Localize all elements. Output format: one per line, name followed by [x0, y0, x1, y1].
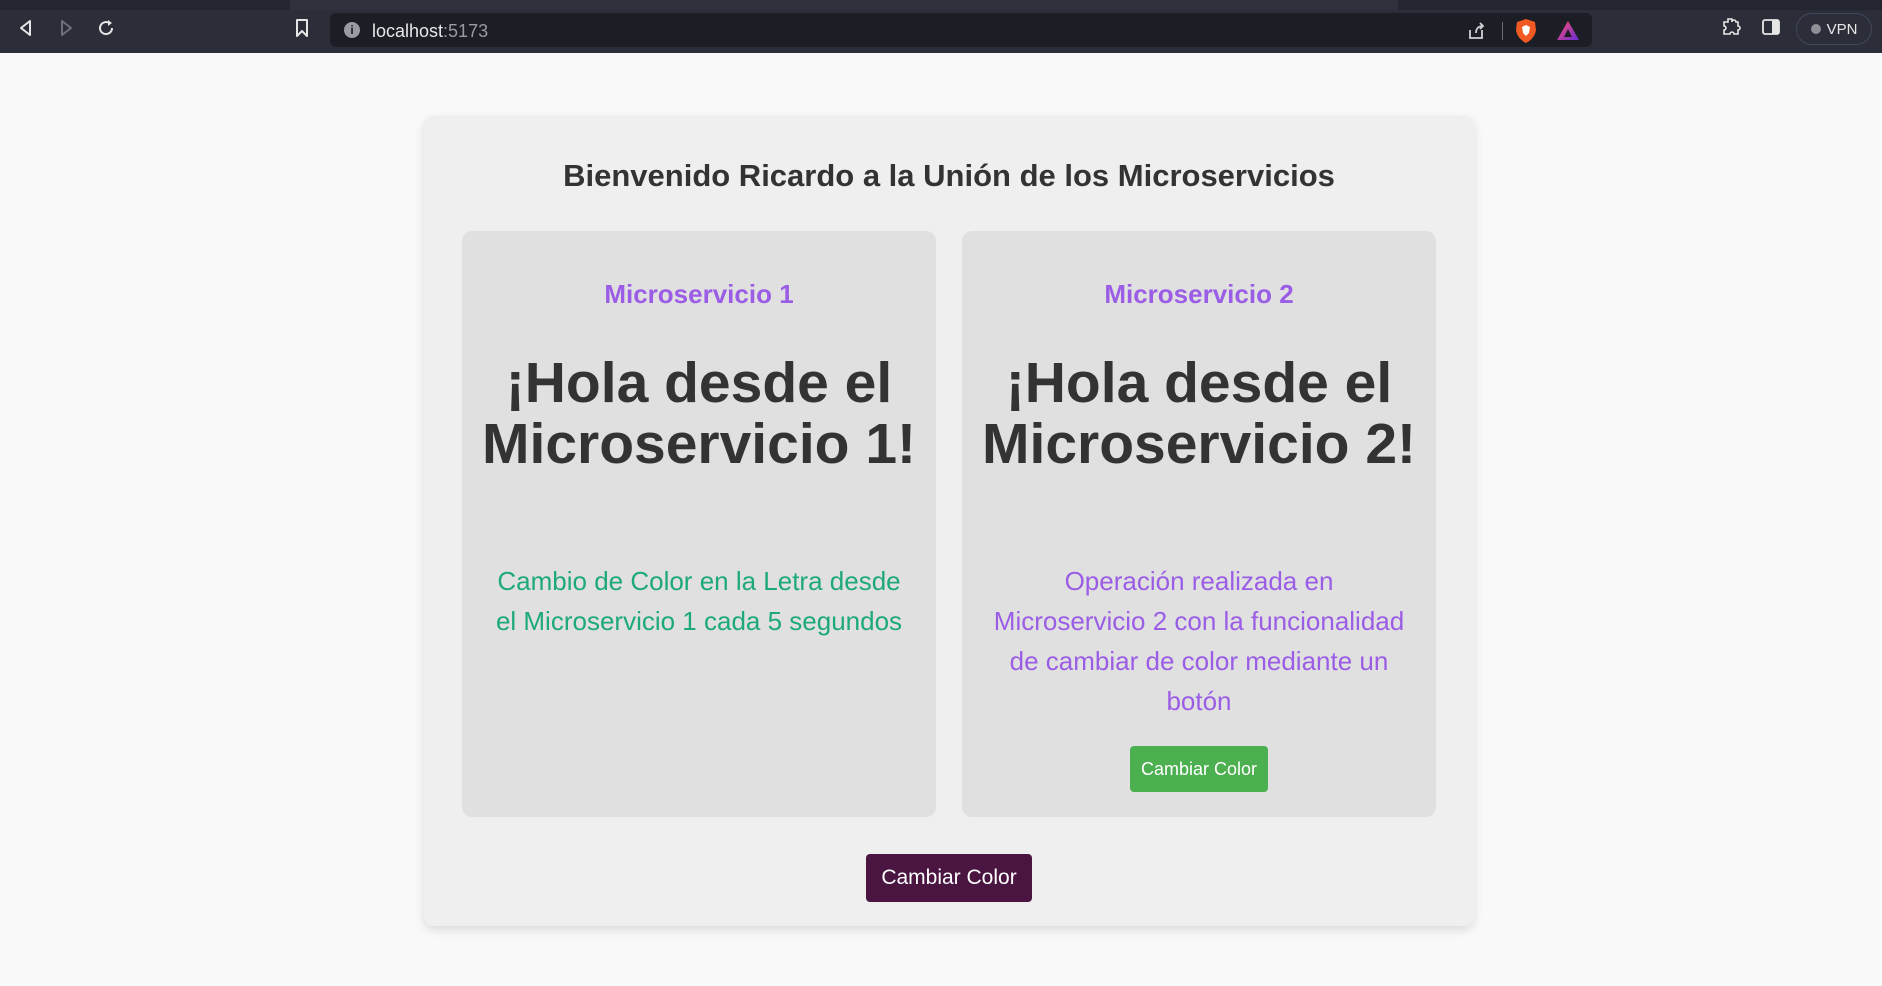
main-container: Bienvenido Ricardo a la Unión de los Mic… — [424, 116, 1474, 926]
vpn-label: VPN — [1826, 20, 1858, 38]
change-color-button[interactable]: Cambiar Color — [866, 854, 1032, 902]
bookmark-icon[interactable] — [290, 16, 314, 40]
sidebar-icon[interactable] — [1760, 16, 1782, 43]
microservice-2-card: Microservicio 2 ¡Hola desde el Microserv… — [962, 231, 1436, 817]
microservice-1-label: Microservicio 1 — [604, 279, 794, 309]
reload-icon[interactable] — [94, 16, 118, 40]
microservice-1-greeting: ¡Hola desde el Microservicio 1! — [482, 351, 917, 476]
url-host: localhost — [372, 21, 444, 41]
page-title: Bienvenido Ricardo a la Unión de los Mic… — [563, 158, 1335, 193]
extensions-icon[interactable] — [1720, 16, 1742, 43]
omnibox-separator — [1502, 22, 1503, 40]
url-port: :5173 — [443, 21, 489, 41]
microservice-2-change-color-button[interactable]: Cambiar Color — [1130, 746, 1268, 792]
url-text[interactable]: localhost:5173 — [372, 21, 488, 42]
share-icon[interactable] — [1466, 21, 1486, 46]
microservice-2-greeting: ¡Hola desde el Microservicio 2! — [982, 351, 1417, 476]
microservice-1-card: Microservicio 1 ¡Hola desde el Microserv… — [462, 231, 936, 817]
browser-toolbar: i localhost:5173 VPN — [0, 0, 1882, 53]
vpn-status-icon — [1810, 24, 1821, 34]
back-icon[interactable] — [14, 16, 38, 40]
address-bar[interactable]: i localhost:5173 — [330, 13, 1592, 47]
active-tab[interactable] — [290, 0, 1398, 10]
microservice-1-description: Cambio de Color en la Letra desde el Mic… — [495, 566, 903, 636]
vpn-button[interactable]: VPN — [1796, 13, 1872, 45]
forward-icon[interactable] — [54, 16, 78, 40]
microservice-2-label: Microservicio 2 — [1104, 279, 1294, 309]
microservice-2-description: Operación realizada en Microservicio 2 c… — [993, 566, 1405, 716]
site-info-icon[interactable]: i — [344, 22, 360, 38]
brave-shields-icon[interactable] — [1514, 18, 1538, 49]
brave-rewards-icon[interactable] — [1556, 20, 1580, 47]
tab-strip — [0, 0, 1882, 10]
